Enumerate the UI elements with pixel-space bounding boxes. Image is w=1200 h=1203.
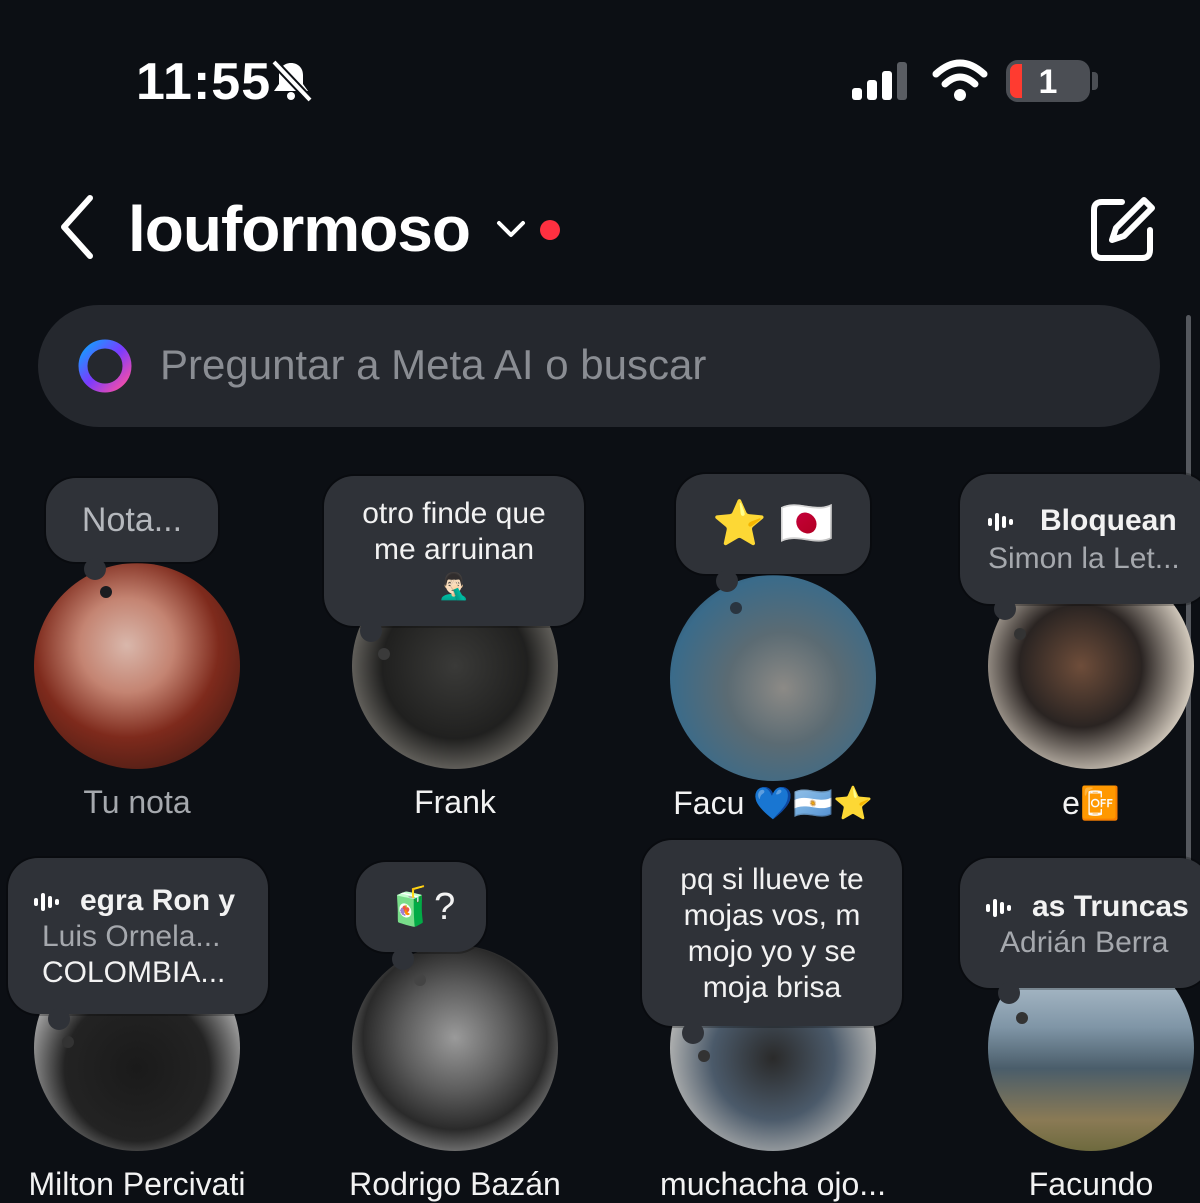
meta-ai-icon[interactable] bbox=[76, 337, 134, 395]
music-note-bubble[interactable]: as Truncas Adrián Berra bbox=[960, 858, 1200, 988]
music-note-bubble[interactable]: egra Ron y Luis Ornela... COLOMBIA... bbox=[8, 858, 268, 1014]
bubble-tail bbox=[698, 1050, 710, 1062]
signal-icon bbox=[850, 60, 912, 100]
audio-bars-icon bbox=[986, 897, 1012, 919]
note-bubble[interactable]: pq si llueve te mojas vos, m mojo yo y s… bbox=[642, 840, 902, 1026]
account-username[interactable]: louformoso bbox=[128, 192, 471, 266]
bubble-tail bbox=[730, 602, 742, 614]
avatar[interactable] bbox=[34, 563, 240, 769]
avatar[interactable] bbox=[352, 945, 558, 1151]
unread-dot bbox=[540, 220, 560, 240]
music-artist: Simon la Let... bbox=[988, 542, 1180, 575]
search-bar[interactable]: Preguntar a Meta AI o buscar bbox=[38, 305, 1160, 427]
music-extra: COLOMBIA... bbox=[42, 956, 226, 989]
note-text: Nota... bbox=[81, 501, 183, 539]
music-artist: Luis Ornela... bbox=[42, 920, 221, 953]
bubble-tail bbox=[994, 598, 1016, 620]
bubble-tail bbox=[682, 1022, 704, 1044]
bubble-tail bbox=[716, 570, 738, 592]
note-owner-name: Frank bbox=[414, 784, 496, 820]
back-chevron-icon[interactable] bbox=[52, 192, 104, 262]
music-title: egra Ron y bbox=[80, 884, 236, 917]
search-input[interactable]: Preguntar a Meta AI o buscar bbox=[160, 341, 706, 389]
note-text: 🧃? bbox=[386, 886, 456, 928]
bubble-tail bbox=[1016, 1012, 1028, 1024]
bubble-tail bbox=[414, 974, 426, 986]
wifi-icon bbox=[932, 58, 988, 102]
bubble-tail bbox=[62, 1036, 74, 1048]
note-text-line: me arruinan bbox=[373, 533, 535, 566]
note-text: ⭐ 🇯🇵 bbox=[712, 499, 834, 548]
note-owner-name: Facundo bbox=[1028, 1166, 1154, 1202]
note-bubble[interactable]: 🧃? bbox=[356, 862, 486, 952]
bubble-tail bbox=[360, 620, 382, 642]
battery-tip bbox=[1092, 72, 1098, 90]
bubble-tail bbox=[84, 558, 106, 580]
compose-icon[interactable] bbox=[1086, 194, 1158, 266]
music-note-bubble[interactable]: Bloquean Simon la Let... bbox=[960, 474, 1200, 604]
bell-slash-icon bbox=[268, 58, 314, 104]
note-text-line: moja brisa bbox=[702, 971, 842, 1004]
audio-bars-icon bbox=[988, 511, 1014, 533]
bubble-tail bbox=[998, 982, 1020, 1004]
dropdown-chevron-icon[interactable] bbox=[494, 214, 528, 244]
bubble-tail bbox=[48, 1008, 70, 1030]
note-bubble[interactable]: otro finde que me arruinan 🤦🏻‍♂️ bbox=[324, 476, 584, 626]
note-owner-name: Facu 💙🇦🇷⭐ bbox=[673, 785, 873, 821]
bubble-tail bbox=[392, 948, 414, 970]
audio-bars-icon bbox=[34, 891, 60, 913]
music-artist: Adrián Berra bbox=[1000, 926, 1169, 959]
note-bubble[interactable]: Nota... bbox=[46, 478, 218, 562]
note-owner-name: muchacha ojo... bbox=[660, 1166, 886, 1202]
note-text-line: mojo yo y se bbox=[687, 935, 857, 968]
status-time: 11:55 bbox=[136, 53, 272, 111]
note-owner-name: Tu nota bbox=[83, 784, 191, 820]
note-owner-name: Milton Percivati bbox=[28, 1166, 246, 1202]
battery-icon: 1 bbox=[1006, 60, 1090, 102]
music-title: Bloquean bbox=[1040, 504, 1177, 537]
note-owner-name: e📴 bbox=[1062, 785, 1120, 821]
note-text-line: pq si llueve te bbox=[680, 863, 864, 896]
battery-level: 1 bbox=[1038, 63, 1058, 101]
note-owner-name: Rodrigo Bazán bbox=[349, 1166, 561, 1202]
note-bubble[interactable]: ⭐ 🇯🇵 bbox=[676, 474, 870, 574]
bubble-tail bbox=[100, 586, 112, 598]
bubble-tail bbox=[378, 648, 390, 660]
avatar[interactable] bbox=[670, 575, 876, 781]
note-text-line: mojas vos, m bbox=[683, 899, 861, 932]
note-text-line: otro finde que bbox=[362, 497, 546, 530]
music-title: as Truncas bbox=[1032, 890, 1189, 923]
bubble-tail bbox=[1014, 628, 1026, 640]
note-emoji: 🤦🏻‍♂️ bbox=[437, 571, 471, 601]
